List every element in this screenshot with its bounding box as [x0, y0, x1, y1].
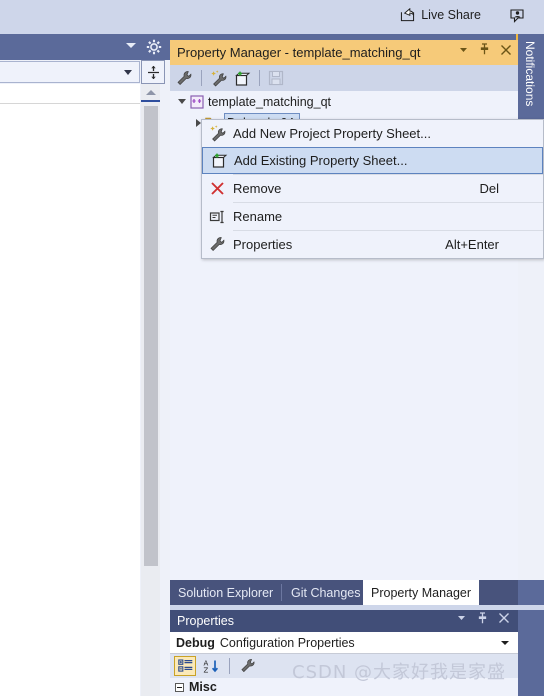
left-panel-header — [0, 34, 170, 60]
property-sheet-project-icon — [190, 94, 204, 109]
menu-item-accel: Alt+Enter — [445, 237, 499, 252]
property-manager-title: Property Manager - template_matching_qt — [177, 45, 421, 60]
toolbar-separator — [259, 70, 260, 86]
property-group-label: Misc — [189, 680, 217, 694]
scrollbar-thumb[interactable] — [144, 106, 158, 566]
menu-item-label: Remove — [233, 181, 282, 196]
properties-right-gutter — [518, 610, 544, 696]
split-view-button[interactable] — [141, 60, 165, 84]
svg-text:Z: Z — [204, 666, 209, 674]
menu-item-label: Properties — [233, 237, 293, 252]
remove-x-icon — [202, 181, 233, 196]
new-property-sheet-icon — [202, 125, 233, 142]
properties-wrench-icon[interactable] — [176, 70, 193, 87]
split-view-icon — [147, 65, 159, 79]
gear-icon[interactable] — [146, 39, 162, 55]
menu-item-add-existing-property-sheet[interactable]: Add Existing Property Sheet... — [202, 147, 543, 174]
properties-titlebar: Properties — [170, 610, 518, 632]
menu-item-label: Add New Project Property Sheet... — [233, 126, 431, 141]
tab-solution-explorer[interactable]: Solution Explorer — [170, 580, 281, 605]
tab-divider — [281, 584, 282, 601]
close-icon[interactable] — [498, 612, 510, 624]
chevron-down-icon — [501, 641, 509, 645]
tab-property-manager[interactable]: Property Manager — [363, 580, 480, 605]
menu-item-add-new-project-property-sheet[interactable]: Add New Project Property Sheet... — [202, 120, 543, 147]
pin-icon[interactable] — [477, 612, 488, 625]
rename-icon — [202, 210, 233, 224]
save-icon — [268, 70, 284, 86]
scroll-up-button[interactable] — [141, 84, 160, 102]
left-panel-subheader — [0, 84, 140, 104]
selector-config-kind: Configuration Properties — [219, 635, 355, 650]
tree-root-label: template_matching_qt — [208, 94, 331, 109]
tab-label: Solution Explorer — [178, 585, 274, 600]
alphabetical-sort-icon: A Z — [204, 659, 219, 674]
tab-git-changes[interactable]: Git Changes — [283, 580, 368, 605]
collapse-icon[interactable] — [175, 682, 184, 692]
categorized-view-button[interactable] — [174, 656, 196, 676]
expander-icon[interactable] — [178, 99, 186, 104]
document-well-tabs: Solution Explorer Git Changes Property M… — [170, 580, 518, 605]
left-panel-content — [0, 104, 140, 696]
live-share-button[interactable]: Live Share — [400, 8, 481, 22]
left-panel-gutter — [160, 84, 170, 696]
menu-item-remove[interactable]: Remove Del — [202, 175, 543, 202]
add-existing-sheet-icon — [203, 152, 234, 169]
chevron-down-icon[interactable] — [126, 43, 136, 48]
tabbar-right-gutter — [518, 580, 544, 605]
live-share-label: Live Share — [421, 8, 481, 22]
properties-panel: Properties Debug Configuration Propertie… — [170, 610, 518, 696]
alphabetical-sort-button[interactable]: A Z — [200, 656, 222, 676]
share-arrow-icon — [401, 8, 415, 22]
property-manager-toolbar — [170, 65, 518, 91]
properties-title: Properties — [177, 614, 234, 628]
property-group-row[interactable]: Misc — [170, 678, 518, 696]
left-panel-scrollbar[interactable] — [141, 84, 160, 696]
add-new-project-property-sheet-icon[interactable] — [210, 69, 228, 87]
top-bar: Live Share — [0, 0, 544, 34]
property-manager-right-gutter — [518, 210, 544, 605]
property-manager-titlebar: Property Manager - template_matching_qt — [170, 40, 518, 65]
tab-label: Git Changes — [291, 585, 361, 600]
menu-item-rename[interactable]: Rename — [202, 203, 543, 230]
window-dropdown-icon[interactable] — [456, 612, 467, 623]
add-existing-property-sheet-icon[interactable] — [233, 70, 251, 87]
chevron-down-icon — [124, 70, 132, 75]
property-pages-wrench-icon — [241, 659, 255, 673]
wrench-icon — [202, 236, 233, 253]
left-tool-panel — [0, 34, 170, 696]
close-icon[interactable] — [500, 44, 512, 56]
pin-icon[interactable] — [479, 43, 490, 56]
menu-item-properties[interactable]: Properties Alt+Enter — [202, 231, 543, 258]
menu-item-accel: Del — [479, 181, 499, 196]
notifications-label: Notifications — [523, 41, 537, 107]
menu-item-label: Rename — [233, 209, 283, 224]
property-pages-button[interactable] — [237, 656, 259, 676]
menu-item-label: Add Existing Property Sheet... — [234, 153, 408, 168]
send-feedback-icon[interactable] — [509, 8, 526, 24]
tree-row[interactable]: template_matching_qt — [170, 91, 518, 112]
tab-label: Property Manager — [371, 585, 472, 600]
context-menu: Add New Project Property Sheet... Add Ex… — [201, 119, 544, 259]
toolbar-separator — [201, 70, 202, 86]
properties-toolbar: A Z — [170, 654, 518, 678]
left-panel-combo[interactable] — [0, 61, 140, 83]
selector-config-name: Debug — [176, 635, 215, 650]
toolbar-separator — [229, 658, 230, 674]
categorized-view-icon — [177, 659, 192, 672]
window-dropdown-icon[interactable] — [458, 44, 469, 55]
properties-object-selector[interactable]: Debug Configuration Properties — [170, 632, 518, 654]
